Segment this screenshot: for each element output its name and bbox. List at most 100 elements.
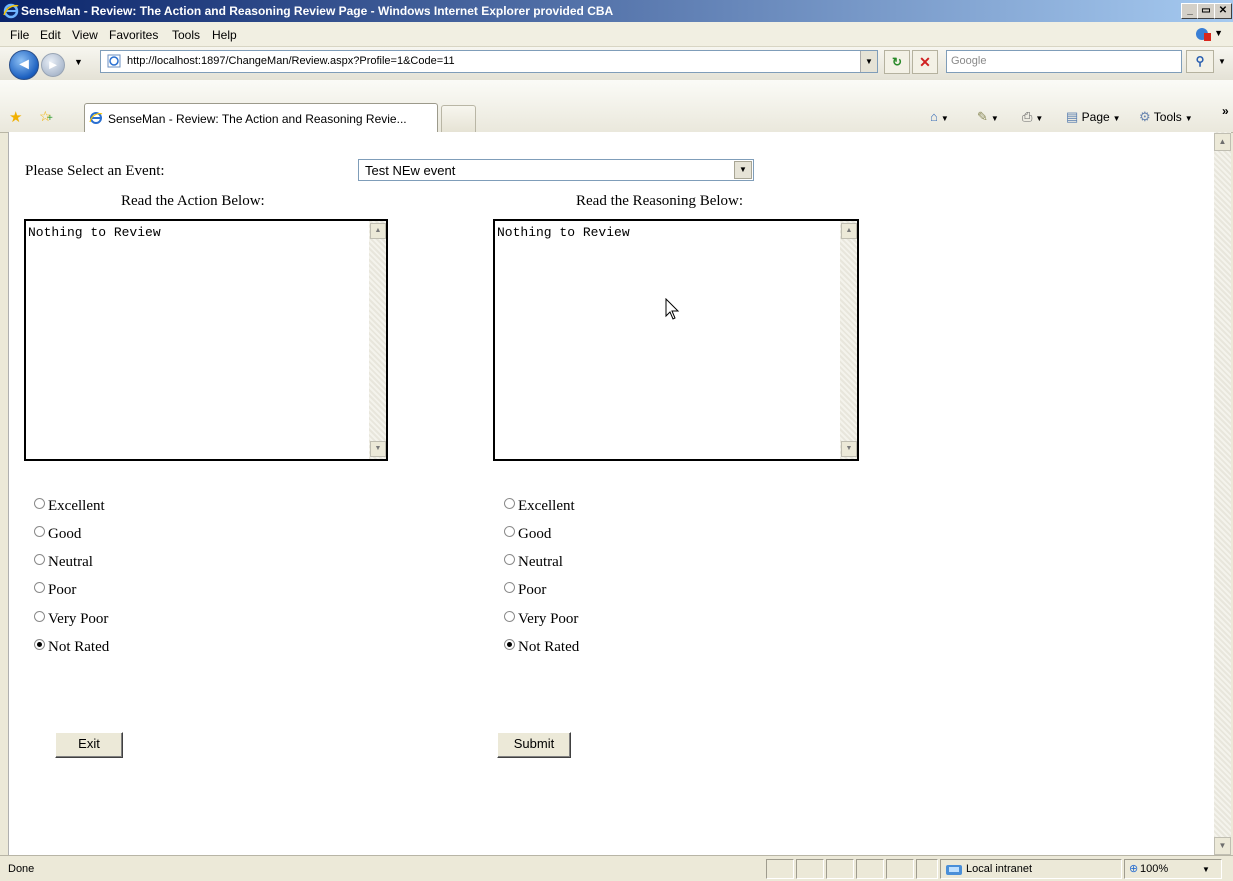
scroll-up-icon[interactable]: ▲ [370,223,386,239]
reasoning-rating-label: Poor [518,582,547,598]
search-placeholder: Google [951,55,987,67]
radio-button-selected[interactable] [34,639,45,650]
feeds-button[interactable]: ✎ ▼ [977,109,999,125]
reasoning-rating-label: Excellent [518,498,575,514]
radio-button[interactable] [504,526,515,537]
action-rating-label: Excellent [48,498,105,514]
action-rating-not-rated[interactable]: Not Rated [34,639,109,656]
status-segment [856,859,884,879]
status-segment [916,859,938,879]
action-rating-very-poor[interactable]: Very Poor [34,611,108,628]
reasoning-rating-not-rated[interactable]: Not Rated [504,639,579,656]
status-text: Done [8,863,35,875]
add-favorite-icon[interactable]: ☆ + [39,108,53,125]
reasoning-rating-good[interactable]: Good [504,526,551,543]
reasoning-rating-neutral[interactable]: Neutral [504,554,563,571]
page-menu-button[interactable]: ▤ Page ▼ [1066,109,1121,125]
print-dropdown-icon: ▼ [1035,114,1044,123]
forward-button[interactable]: ► [41,53,65,77]
event-select[interactable]: Test NEw event ▼ [358,159,754,181]
action-rating-label: Very Poor [48,611,109,627]
radio-button[interactable] [504,611,515,622]
window-title-bar[interactable]: SenseMan - Review: The Action and Reason… [0,0,1233,22]
radio-button[interactable] [504,554,515,565]
radio-button[interactable] [34,498,45,509]
scroll-down-icon[interactable]: ▼ [1214,837,1231,855]
event-select-label: Please Select an Event: [25,163,165,179]
action-rating-label: Not Rated [48,639,110,655]
status-segment [886,859,914,879]
print-button[interactable]: ⎙ ▼ [1022,109,1043,125]
menu-tools[interactable]: Tools [172,28,200,42]
tab-toolbar: ★ ☆ + SenseMan - Review: The Action and R… [0,80,1233,133]
radio-button[interactable] [34,611,45,622]
reasoning-textarea-scrollbar[interactable]: ▲ ▼ [840,221,857,459]
history-dropdown-icon[interactable]: ▼ [74,57,83,67]
page-icon [107,54,121,68]
radio-button[interactable] [504,582,515,593]
pen-icon: ✎ [977,109,988,124]
scroll-up-icon[interactable]: ▲ [841,223,857,239]
radio-button[interactable] [504,498,515,509]
favorites-star-icon[interactable]: ★ [9,108,22,126]
reasoning-rating-excellent[interactable]: Excellent [504,498,575,515]
menu-edit[interactable]: Edit [40,28,61,42]
search-input[interactable]: Google [946,50,1182,73]
menu-view[interactable]: View [72,28,98,42]
address-input[interactable]: http://localhost:1897/ChangeMan/Review.a… [100,50,878,73]
address-url: http://localhost:1897/ChangeMan/Review.a… [127,55,455,67]
close-button[interactable]: ✕ [1214,3,1232,19]
menu-favorites[interactable]: Favorites [109,28,158,42]
home-button[interactable]: ⌂ ▼ [930,109,949,124]
chevron-down-icon[interactable]: ▼ [734,161,752,179]
scroll-down-icon[interactable]: ▼ [841,441,857,457]
reasoning-rating-poor[interactable]: Poor [504,582,546,599]
tools-menu-label: Tools [1153,110,1182,124]
maximize-button[interactable]: ▭ [1197,3,1215,19]
status-segment [796,859,824,879]
action-rating-excellent[interactable]: Excellent [34,498,105,515]
translate-icon[interactable] [1195,26,1211,42]
zoom-dropdown-icon[interactable]: ▼ [1202,865,1210,874]
zoom-level[interactable]: 100% [1140,863,1168,875]
radio-button-selected[interactable] [504,639,515,650]
action-textarea[interactable]: Nothing to Review ▲ ▼ [24,219,388,461]
reasoning-textarea[interactable]: Nothing to Review ▲ ▼ [493,219,859,461]
radio-button[interactable] [34,582,45,593]
action-rating-neutral[interactable]: Neutral [34,554,93,571]
back-button[interactable]: ◄ [9,50,39,80]
scroll-down-icon[interactable]: ▼ [370,441,386,457]
new-tab-button[interactable] [441,105,476,132]
more-commands-chevron-icon[interactable]: » [1222,104,1229,118]
radio-button[interactable] [34,526,45,537]
refresh-icon: ↻ [891,55,903,69]
menu-file[interactable]: File [10,28,29,42]
action-heading: Read the Action Below: [121,193,265,209]
scroll-up-icon[interactable]: ▲ [1214,133,1231,151]
tools-menu-button[interactable]: ⚙ Tools ▼ [1139,109,1193,125]
action-text: Nothing to Review [28,225,161,240]
tab-senseman-review[interactable]: SenseMan - Review: The Action and Reason… [84,103,438,132]
refresh-button[interactable]: ↻ [884,50,910,74]
page-menu-icon: ▤ [1066,109,1079,124]
translate-dropdown-icon[interactable]: ▼ [1214,28,1223,38]
radio-button[interactable] [34,554,45,565]
action-rating-label: Poor [48,582,77,598]
action-textarea-scrollbar[interactable]: ▲ ▼ [369,221,386,459]
search-button[interactable]: ⚲ [1186,50,1214,73]
search-icon: ⚲ [1195,54,1205,68]
zoom-icon: ⊕ [1129,863,1139,875]
action-rating-good[interactable]: Good [34,526,81,543]
page-scrollbar[interactable]: ▲ ▼ [1214,132,1231,855]
forward-arrow-icon: ► [46,57,60,72]
menu-help[interactable]: Help [212,28,237,42]
stop-button[interactable]: ✕ [912,50,938,74]
exit-button[interactable]: Exit [55,732,123,758]
reasoning-rating-label: Neutral [518,554,563,570]
submit-button[interactable]: Submit [497,732,571,758]
reasoning-rating-very-poor[interactable]: Very Poor [504,611,578,628]
action-rating-poor[interactable]: Poor [34,582,76,599]
reasoning-text: Nothing to Review [497,225,630,240]
search-options-dropdown-icon[interactable]: ▼ [1218,57,1226,66]
address-dropdown-icon[interactable]: ▼ [860,51,877,72]
